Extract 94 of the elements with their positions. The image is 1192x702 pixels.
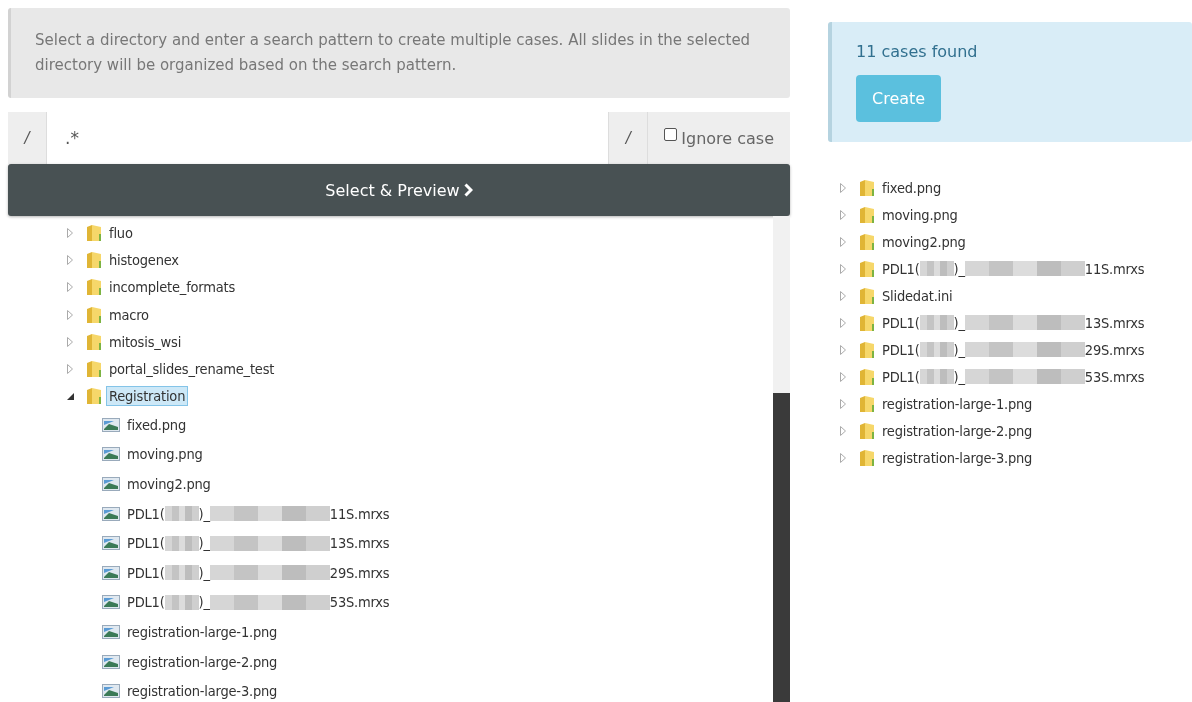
regex-delimiter: / <box>608 112 649 164</box>
expand-icon[interactable] <box>840 317 846 328</box>
folder-icon <box>86 387 102 406</box>
folder-icon <box>86 250 102 269</box>
redacted-text <box>919 315 954 330</box>
image-file-icon <box>102 477 120 492</box>
collapse-icon[interactable] <box>67 392 74 400</box>
cases-found-text: 11 cases found <box>856 42 978 61</box>
tree-item-label[interactable]: PDL1( )_ 13S.mrxs <box>124 533 393 554</box>
folder-icon <box>859 340 875 359</box>
file-name-text: )_ <box>198 594 210 611</box>
redacted-text <box>164 594 199 610</box>
folder-icon <box>86 305 102 324</box>
expand-icon[interactable] <box>67 227 73 238</box>
ignore-case-checkbox[interactable]: Ignore case <box>648 112 790 164</box>
file-name-text: 13S.mrxs <box>1084 314 1145 331</box>
redacted-text <box>919 369 954 384</box>
scrollbar[interactable] <box>773 216 790 702</box>
image-file-icon <box>102 654 120 669</box>
expand-icon[interactable] <box>840 209 846 220</box>
folder-icon <box>859 232 875 251</box>
file-name-text: 13S.mrxs <box>329 535 390 552</box>
folder-icon <box>859 367 875 386</box>
file-name-text: 11S.mrxs <box>1084 260 1145 277</box>
folder-icon <box>859 205 875 224</box>
tree-item-label[interactable]: PDL1( )_ 29S.mrxs <box>124 562 393 583</box>
folder-icon <box>859 259 875 278</box>
expand-icon[interactable] <box>67 254 73 265</box>
file-name-text: )_ <box>953 260 965 277</box>
image-file-icon <box>102 565 120 580</box>
image-file-icon <box>102 447 120 462</box>
folder-icon <box>86 360 102 379</box>
file-name-text: )_ <box>198 564 210 581</box>
expand-icon[interactable] <box>840 182 846 193</box>
expand-icon[interactable] <box>840 236 846 247</box>
tree-item-label[interactable]: PDL1( )_ 11S.mrxs <box>124 503 393 524</box>
tree-item-label[interactable]: PDL1( )_ 13S.mrxs <box>879 312 1148 333</box>
file-name-text: PDL1( <box>127 505 165 522</box>
folder-icon <box>859 421 875 440</box>
folder-icon <box>86 278 102 297</box>
image-file-icon <box>102 595 120 610</box>
folder-icon <box>859 286 875 305</box>
expand-icon[interactable] <box>840 425 846 436</box>
file-name-text: PDL1( <box>882 314 920 331</box>
expand-icon[interactable] <box>840 344 846 355</box>
redacted-text <box>919 261 954 276</box>
file-name-text: 29S.mrxs <box>1084 341 1145 358</box>
expand-icon[interactable] <box>840 452 846 463</box>
expand-icon[interactable] <box>67 309 73 320</box>
folder-icon <box>859 394 875 413</box>
file-name-text: PDL1( <box>882 341 920 358</box>
file-name-text: PDL1( <box>127 594 165 611</box>
chevron-right-icon <box>463 183 473 197</box>
file-name-text: PDL1( <box>127 535 165 552</box>
expand-icon[interactable] <box>840 398 846 409</box>
tree-item-label[interactable]: PDL1( )_ 29S.mrxs <box>879 339 1148 360</box>
expand-icon[interactable] <box>840 371 846 382</box>
file-name-text: 53S.mrxs <box>1084 368 1145 385</box>
file-name-text: )_ <box>198 505 210 522</box>
file-name-text: PDL1( <box>882 260 920 277</box>
folder-icon <box>86 223 102 242</box>
image-file-icon <box>102 684 120 699</box>
folder-icon <box>859 178 875 197</box>
redacted-text <box>164 565 199 581</box>
file-name-text: 11S.mrxs <box>329 505 390 522</box>
image-file-icon <box>102 417 120 432</box>
select-preview-button[interactable]: Select & Preview <box>8 164 790 216</box>
file-name-text: PDL1( <box>882 368 920 385</box>
image-file-icon <box>102 536 120 551</box>
tree-item-label[interactable]: PDL1( )_ 53S.mrxs <box>124 592 393 613</box>
tree-item-label[interactable]: PDL1( )_ 11S.mrxs <box>879 258 1148 279</box>
instructions-text: Select a directory and enter a search pattern to create multiple cases. All slides in the selected directory will be organized based on the search pattern. <box>8 8 790 98</box>
folder-icon <box>86 332 102 351</box>
file-name-text: 29S.mrxs <box>329 564 390 581</box>
image-file-icon <box>102 506 120 521</box>
file-name-text: )_ <box>198 535 210 552</box>
image-file-icon <box>102 625 120 640</box>
folder-icon <box>859 313 875 332</box>
file-name-text: )_ <box>953 341 965 358</box>
file-name-text: 53S.mrxs <box>329 594 390 611</box>
tree-item-label[interactable]: PDL1( )_ 53S.mrxs <box>879 366 1148 387</box>
file-name-text: )_ <box>953 368 965 385</box>
expand-icon[interactable] <box>67 336 73 347</box>
file-name-text: PDL1( <box>127 564 165 581</box>
expand-icon[interactable] <box>840 290 846 301</box>
redacted-text <box>164 535 199 551</box>
file-name-text: )_ <box>953 314 965 331</box>
regex-delimiter: / <box>8 112 47 164</box>
expand-icon[interactable] <box>67 364 73 375</box>
folder-icon <box>859 448 875 467</box>
redacted-text <box>164 506 199 522</box>
redacted-text <box>919 342 954 357</box>
expand-icon[interactable] <box>840 263 846 274</box>
expand-icon[interactable] <box>67 282 73 293</box>
